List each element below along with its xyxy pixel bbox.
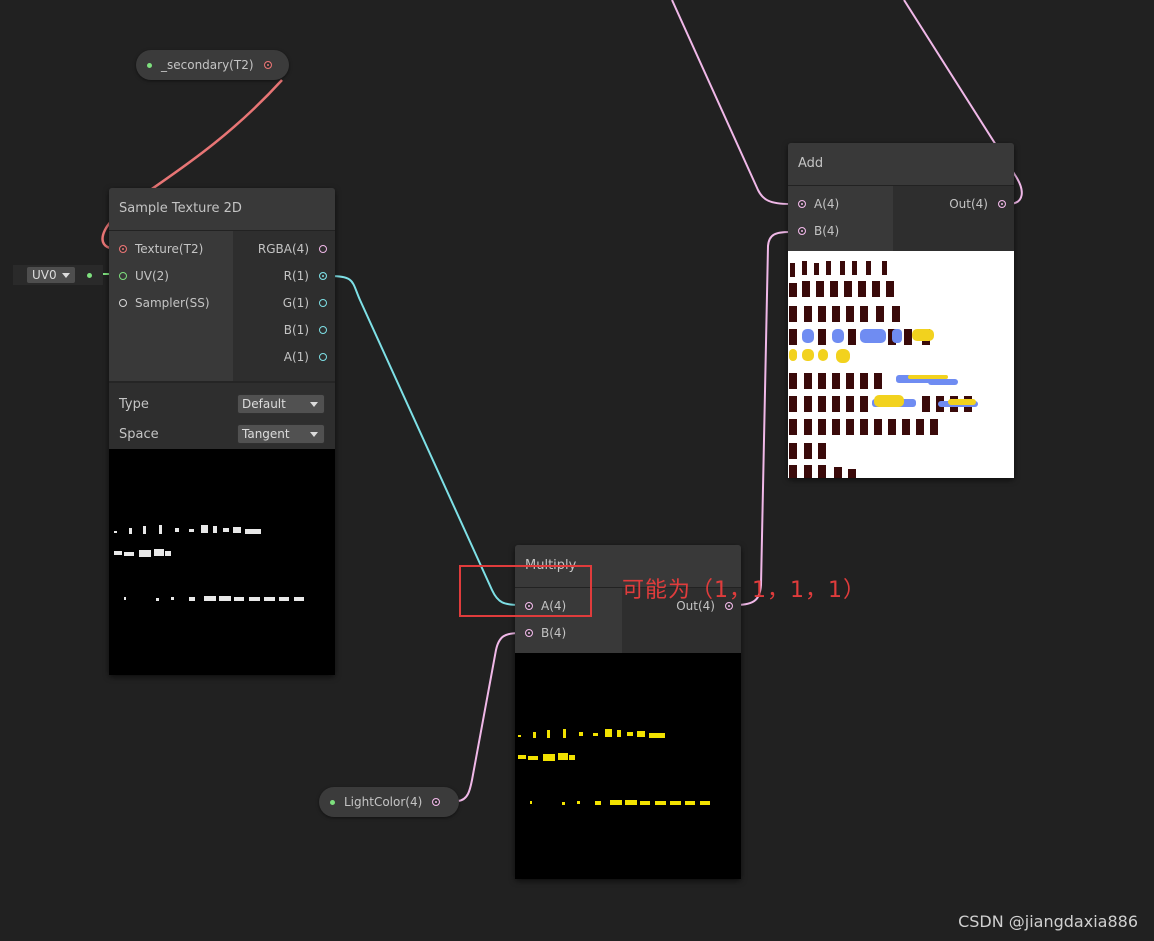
texture-port-dot[interactable] xyxy=(119,244,127,253)
lightcolor-output-port[interactable] xyxy=(432,798,441,806)
secondary-property-label: _secondary(T2) xyxy=(161,58,254,72)
wire-lightcolor-to-multiply-b[interactable] xyxy=(457,632,521,802)
output-port-b[interactable]: B(1) xyxy=(233,316,335,343)
annotation-text: 可能为（1，1，1，1） xyxy=(622,578,866,603)
input-port-uv[interactable]: UV(2) xyxy=(109,262,233,289)
add-node[interactable]: Add A(4) B(4) Out(4) xyxy=(788,143,1014,478)
r-port-dot[interactable] xyxy=(319,271,327,280)
input-port-sampler[interactable]: Sampler(SS) xyxy=(109,289,233,316)
type-label: Type xyxy=(119,396,149,412)
type-setting-row: Type Default xyxy=(119,389,325,419)
node-settings: Type Default Space Tangent xyxy=(109,381,335,451)
secondary-output-port[interactable] xyxy=(263,61,272,69)
chevron-down-icon xyxy=(310,431,318,437)
node-title[interactable]: Add xyxy=(788,143,1014,186)
multiply-preview xyxy=(515,653,741,879)
uv-output-dot[interactable] xyxy=(87,272,92,278)
port-label: Out(4) xyxy=(949,196,988,211)
output-port-out[interactable]: Out(4) xyxy=(893,190,1014,217)
chevron-down-icon xyxy=(310,401,318,407)
port-label: Texture(T2) xyxy=(135,241,204,256)
type-value: Default xyxy=(242,397,286,411)
a-port-dot[interactable] xyxy=(319,352,327,361)
port-label: B(4) xyxy=(541,625,567,640)
output-port-r[interactable]: R(1) xyxy=(233,262,335,289)
space-setting-row: Space Tangent xyxy=(119,419,325,449)
wire-multiply-out-to-add-b[interactable] xyxy=(735,231,791,606)
node-title[interactable]: Sample Texture 2D xyxy=(109,188,335,231)
space-label: Space xyxy=(119,426,159,442)
sampler-port-dot[interactable] xyxy=(119,298,127,307)
input-port-a[interactable]: A(4) xyxy=(788,190,893,217)
chevron-down-icon xyxy=(62,272,70,278)
property-indicator-dot xyxy=(147,62,152,68)
g-port-dot[interactable] xyxy=(319,298,327,307)
output-port-a[interactable]: A(1) xyxy=(233,343,335,370)
rgba-port-dot[interactable] xyxy=(319,244,327,253)
input-ports: Texture(T2) UV(2) Sampler(SS) xyxy=(109,231,233,381)
sample-texture-2d-node[interactable]: Sample Texture 2D Texture(T2) UV(2) Samp… xyxy=(109,188,335,675)
port-label: B(1) xyxy=(283,322,309,337)
property-indicator-dot xyxy=(330,799,335,805)
input-port-b[interactable]: B(4) xyxy=(515,619,622,646)
port-label: B(4) xyxy=(814,223,840,238)
input-port-texture[interactable]: Texture(T2) xyxy=(109,235,233,262)
port-label: UV(2) xyxy=(135,268,169,283)
output-port-rgba[interactable]: RGBA(4) xyxy=(233,235,335,262)
secondary-property-node[interactable]: _secondary(T2) xyxy=(136,50,289,80)
uv-channel-node: UV0 xyxy=(13,265,103,285)
out-port-dot[interactable] xyxy=(998,199,1006,208)
space-dropdown[interactable]: Tangent xyxy=(237,424,325,444)
a-port-dot[interactable] xyxy=(798,199,806,208)
lightcolor-property-label: LightColor(4) xyxy=(344,795,423,809)
port-label: G(1) xyxy=(282,295,309,310)
wire-top-to-add-a[interactable] xyxy=(671,0,791,205)
port-label: Sampler(SS) xyxy=(135,295,210,310)
port-label: R(1) xyxy=(283,268,309,283)
b-port-dot[interactable] xyxy=(798,226,806,235)
node-ports: A(4) B(4) Out(4) xyxy=(788,186,1014,252)
lightcolor-property-node[interactable]: LightColor(4) xyxy=(319,787,459,817)
input-port-b[interactable]: B(4) xyxy=(788,217,893,244)
output-ports: RGBA(4) R(1) G(1) B(1) A(1) xyxy=(233,231,335,381)
uv-channel-value: UV0 xyxy=(32,268,57,282)
b-port-dot[interactable] xyxy=(319,325,327,334)
wire-r-to-multiply-a[interactable] xyxy=(329,275,521,606)
watermark: CSDN @jiangdaxia886 xyxy=(958,912,1138,931)
port-label: A(1) xyxy=(283,349,309,364)
texture-preview xyxy=(109,449,335,675)
port-label: A(4) xyxy=(814,196,840,211)
uv-port-dot[interactable] xyxy=(119,271,127,280)
input-ports: A(4) B(4) xyxy=(788,186,893,252)
uv-channel-dropdown[interactable]: UV0 xyxy=(27,267,75,283)
add-preview xyxy=(788,251,1014,478)
output-port-g[interactable]: G(1) xyxy=(233,289,335,316)
port-label: RGBA(4) xyxy=(257,241,309,256)
output-ports: Out(4) xyxy=(893,186,1014,252)
annotation-highlight-box xyxy=(459,565,592,617)
b-port-dot[interactable] xyxy=(525,628,533,637)
node-ports: Texture(T2) UV(2) Sampler(SS) RGBA(4) R(… xyxy=(109,231,335,381)
type-dropdown[interactable]: Default xyxy=(237,394,325,414)
space-value: Tangent xyxy=(242,427,290,441)
